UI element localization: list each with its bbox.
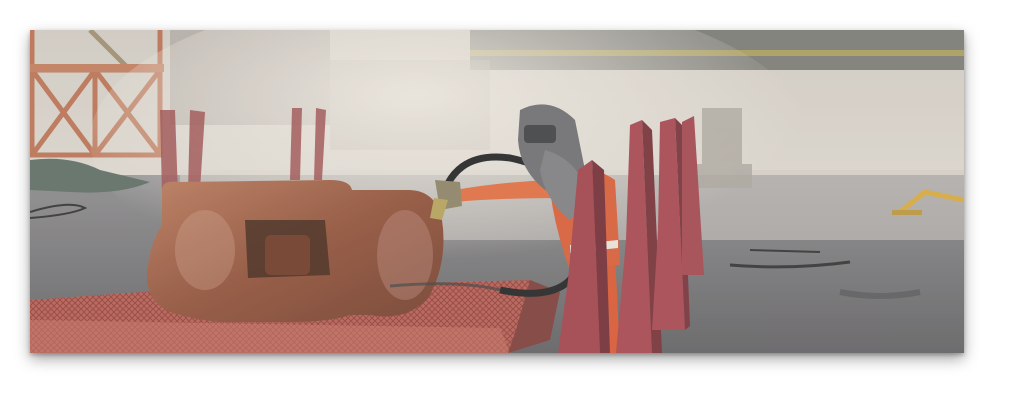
sandblasting-photo xyxy=(30,30,964,353)
atmospheric-haze xyxy=(30,30,964,353)
photo-frame xyxy=(30,30,964,353)
